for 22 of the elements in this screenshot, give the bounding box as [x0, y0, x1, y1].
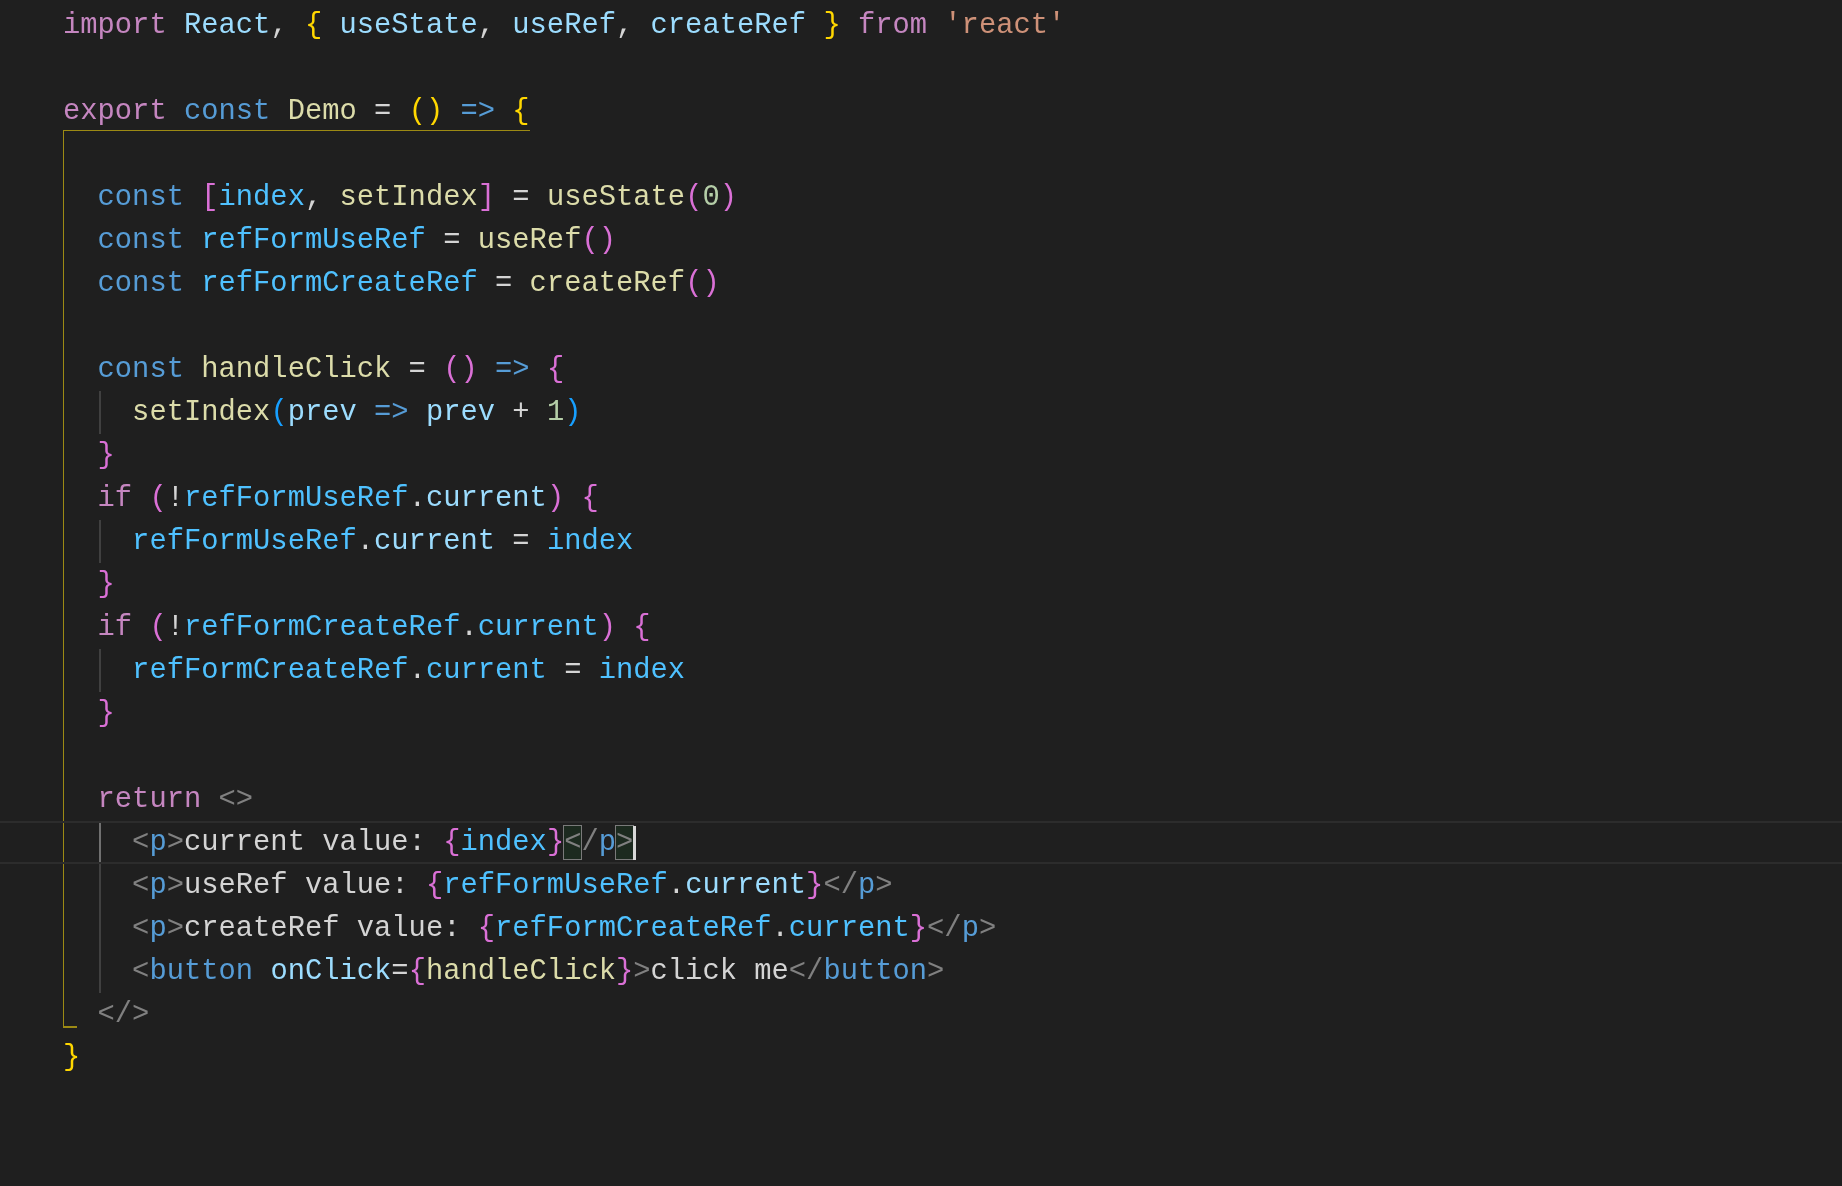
- code-line: refFormCreateRef.current = index: [131, 653, 686, 689]
- code-line: </>: [96, 997, 150, 1033]
- code-line: refFormUseRef.current = index: [131, 524, 634, 560]
- code-line: const refFormUseRef = useRef(): [96, 223, 616, 259]
- code-line: }: [96, 438, 115, 474]
- code-line: <button onClick={handleClick}>click me</button>: [131, 954, 945, 990]
- code-line: <p>createRef value: {refFormCreateRef.current}</p>: [131, 911, 997, 947]
- code-line: setIndex(prev => prev + 1): [131, 395, 582, 431]
- code-line: }: [63, 1040, 81, 1076]
- code-line: if (!refFormCreateRef.current) {: [96, 610, 651, 646]
- code-line: export const Demo = () => {: [63, 94, 530, 130]
- code-line: if (!refFormUseRef.current) {: [96, 481, 599, 517]
- code-line: <p>current value: {index}</p>: [131, 825, 634, 861]
- code-line: }: [96, 567, 115, 603]
- code-line: }: [96, 696, 115, 732]
- code-line: import React, { useState, useRef, createRef } from 'react': [63, 8, 1066, 44]
- code-line: <p>useRef value: {refFormUseRef.current}</p>: [131, 868, 893, 904]
- code-line: const [index, setIndex] = useState(0): [96, 180, 737, 216]
- code-line: const handleClick = () => {: [96, 352, 565, 388]
- code-line: return <>: [96, 782, 254, 818]
- text-cursor: [633, 825, 637, 860]
- code-line: const refFormCreateRef = createRef(): [96, 266, 720, 302]
